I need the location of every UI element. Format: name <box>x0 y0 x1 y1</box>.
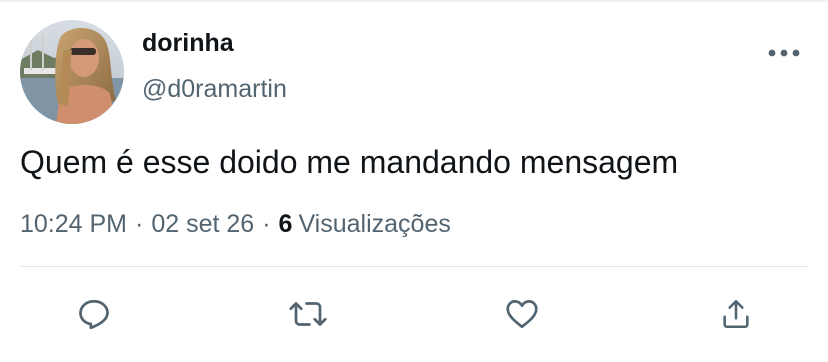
share-icon <box>723 299 749 329</box>
avatar[interactable] <box>20 20 124 124</box>
retweet-icon <box>289 302 327 326</box>
tweet-card: dorinha @d0ramartin Quem é esse doido me… <box>0 0 828 362</box>
tweet-text: Quem é esse doido me mandando mensagem <box>20 144 679 180</box>
actions-divider <box>20 266 808 267</box>
avatar-photo <box>20 20 124 124</box>
tweet-metadata: 10:24 PM · 02 set 26 · 6 Visualizações <box>20 208 451 240</box>
display-name[interactable]: dorinha <box>142 27 234 59</box>
share-button[interactable] <box>714 292 758 336</box>
tweet-date[interactable]: 02 set 26 <box>151 210 254 238</box>
tweet-time[interactable]: 10:24 PM <box>20 210 127 238</box>
reply-icon <box>79 299 109 330</box>
user-handle[interactable]: @d0ramartin <box>142 73 287 105</box>
views-label[interactable]: Visualizações <box>292 210 450 238</box>
like-button[interactable] <box>500 292 544 336</box>
retweet-button[interactable] <box>286 292 330 336</box>
more-horizontal-icon <box>768 49 800 57</box>
reply-button[interactable] <box>72 292 116 336</box>
heart-icon <box>506 300 538 329</box>
meta-separator: · <box>135 210 144 238</box>
more-options-button[interactable] <box>762 36 806 70</box>
views-count[interactable]: 6 <box>279 210 293 238</box>
meta-separator: · <box>262 210 271 238</box>
top-divider <box>0 0 828 2</box>
